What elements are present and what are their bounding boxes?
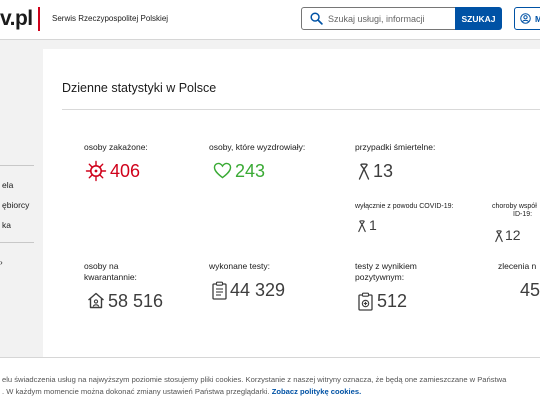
- site-header: v.pl Serwis Rzeczypospolitej Polskiej SZ…: [0, 0, 540, 40]
- positive-tests-label-2: pozytywnym:: [355, 272, 405, 282]
- cookie-banner: elu świadczenia usług na najwyższym pozi…: [0, 357, 540, 407]
- page-title: Dzienne statystyki w Polsce: [62, 81, 217, 95]
- sidebar-divider: [0, 165, 34, 166]
- logo-divider: [38, 7, 40, 31]
- cookie-text-line-1: elu świadczenia usług na najwyższym pozi…: [2, 375, 507, 384]
- sidebar-item-przedsiebiorcy[interactable]: ębiorcy: [2, 200, 29, 210]
- search-button[interactable]: SZUKAJ: [455, 7, 502, 30]
- cookie-text-line-2-body: . W każdym momencie można dokonać zmiany…: [2, 387, 270, 396]
- deaths-comorbidities-label-2: ID-19:: [513, 211, 533, 218]
- quarantine-label-2: kwarantannie:: [84, 272, 137, 282]
- recovered-label: osoby, które wyzdrowiały:: [209, 142, 306, 152]
- ribbon-icon: [358, 220, 366, 233]
- ribbon-icon: [495, 230, 503, 243]
- login-label: Mo: [535, 14, 540, 24]
- search-box: [301, 7, 474, 30]
- sidebar: ela ębiorcy ka ›: [0, 40, 34, 370]
- deaths-covid-label: wyłącznie z powodu COVID-19:: [355, 203, 454, 210]
- virus-icon: [85, 160, 107, 182]
- infected-label: osoby zakażone:: [84, 142, 148, 152]
- home-icon: [88, 292, 104, 309]
- cookie-text-line-2: . W każdym momencie można dokonać zmiany…: [2, 386, 540, 398]
- deaths-covid-value: 1: [369, 217, 377, 233]
- ribbon-icon: [358, 163, 370, 180]
- cookie-text: elu świadczenia usług na najwyższym pozi…: [2, 374, 540, 398]
- orders-label: zlecenia n: [498, 261, 537, 271]
- search-icon: [310, 12, 323, 25]
- user-icon: [520, 13, 531, 24]
- recovered-value: 243: [235, 161, 266, 181]
- clipboard-plus-icon: [358, 292, 373, 311]
- deaths-value: 13: [373, 161, 394, 181]
- daily-stats-card: Dzienne statystyki w Polsce osoby zakażo…: [43, 49, 540, 369]
- logo-subtitle: Serwis Rzeczypospolitej Polskiej: [52, 14, 169, 23]
- orders-value: 45: [520, 280, 540, 300]
- chevron-right-icon[interactable]: ›: [0, 258, 3, 267]
- positive-tests-label-1: testy z wynikiem: [355, 261, 417, 271]
- sidebar-item-urzednika[interactable]: ka: [2, 220, 11, 230]
- sidebar-divider: [0, 242, 34, 243]
- search-input[interactable]: [328, 11, 452, 26]
- tests-value: 44 329: [230, 280, 286, 300]
- heart-icon: [213, 162, 232, 179]
- quarantine-value: 58 516: [108, 291, 164, 311]
- site-logo[interactable]: v.pl: [0, 7, 33, 31]
- infected-value: 406: [110, 161, 141, 181]
- clipboard-icon: [212, 281, 227, 300]
- tests-label: wykonane testy:: [209, 261, 270, 271]
- login-button[interactable]: Mo: [514, 7, 540, 30]
- deaths-label: przypadki śmiertelne:: [355, 142, 436, 152]
- positive-tests-value: 512: [377, 291, 408, 311]
- deaths-comorbidities-value: 12: [505, 227, 521, 243]
- sidebar-item-obywatela[interactable]: ela: [2, 180, 13, 190]
- cookie-policy-link[interactable]: Zobacz politykę cookies.: [272, 387, 361, 396]
- title-divider: [62, 109, 540, 110]
- quarantine-label-1: osoby na: [84, 261, 119, 271]
